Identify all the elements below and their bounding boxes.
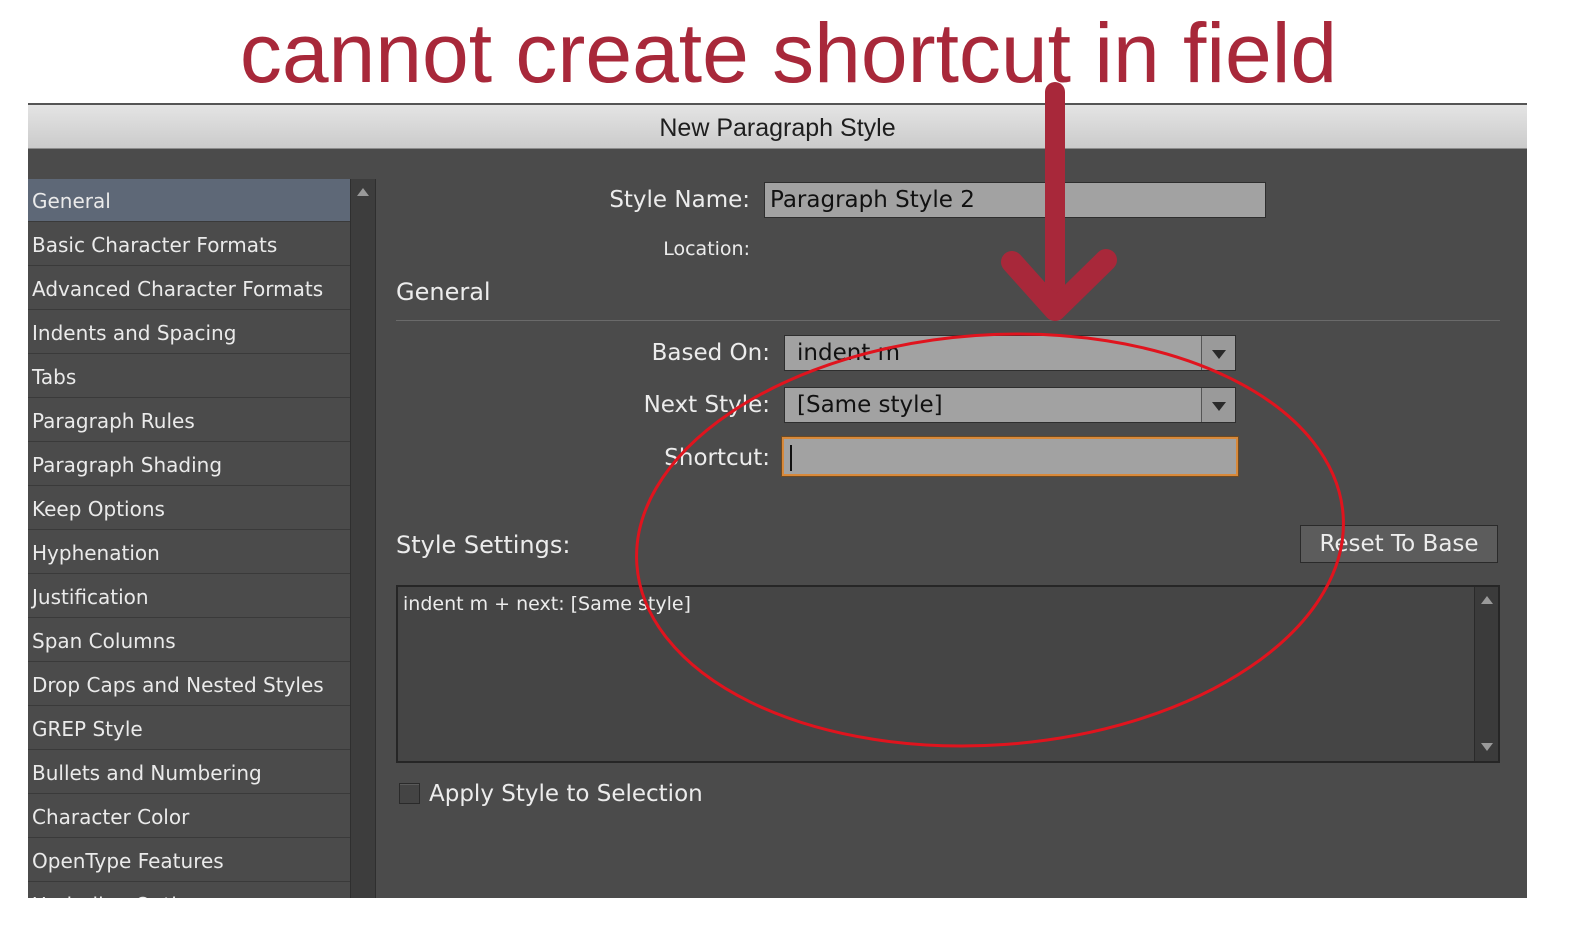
apply-style-label[interactable]: Apply Style to Selection [429,781,703,807]
reset-to-base-button[interactable]: Reset To Base [1300,525,1498,563]
based-on-dropdown-button[interactable] [1201,336,1235,370]
apply-style-checkbox[interactable] [399,783,420,804]
sidebar-item-bullets-and-numbering[interactable]: Bullets and Numbering [28,751,350,794]
window-title: New Paragraph Style [28,103,1527,149]
style-name-input[interactable]: Paragraph Style 2 [764,182,1266,218]
shortcut-input[interactable] [782,437,1238,476]
style-settings-scrollbar[interactable] [1474,587,1498,761]
sidebar-item-drop-caps-and-nested-styles[interactable]: Drop Caps and Nested Styles [28,663,350,706]
sidebar-item-justification[interactable]: Justification [28,575,350,618]
general-section-heading: General [396,278,491,306]
scroll-down-icon[interactable] [1481,743,1493,751]
sidebar-item-character-color[interactable]: Character Color [28,795,350,838]
new-paragraph-style-dialog: New Paragraph Style General Basic Charact… [28,103,1527,898]
sidebar-item-indents-and-spacing[interactable]: Indents and Spacing [28,311,350,354]
next-style-dropdown-button[interactable] [1201,388,1235,422]
sidebar-item-basic-character-formats[interactable]: Basic Character Formats [28,223,350,266]
sidebar-item-tabs[interactable]: Tabs [28,355,350,398]
sidebar-item-grep-style[interactable]: GREP Style [28,707,350,750]
annotation-title: cannot create shortcut in field [239,6,1338,100]
style-name-label: Style Name: [609,187,750,213]
sidebar-item-advanced-character-formats[interactable]: Advanced Character Formats [28,267,350,310]
next-style-dropdown[interactable]: [Same style] [784,387,1236,423]
style-settings-label: Style Settings: [396,531,571,559]
sidebar-item-span-columns[interactable]: Span Columns [28,619,350,662]
sidebar-item-keep-options[interactable]: Keep Options [28,487,350,530]
category-list: General Basic Character Formats Advanced C… [28,179,350,898]
scroll-up-icon[interactable] [357,188,369,196]
sidebar-item-paragraph-rules[interactable]: Paragraph Rules [28,399,350,442]
location-label: Location: [663,238,750,260]
sidebar-item-hyphenation[interactable]: Hyphenation [28,531,350,574]
based-on-dropdown[interactable]: indent m [784,335,1236,371]
sidebar-item-paragraph-shading[interactable]: Paragraph Shading [28,443,350,486]
style-settings-text: indent m + next: [Same style] [403,593,691,615]
shortcut-label: Shortcut: [664,445,770,471]
based-on-label: Based On: [651,340,770,366]
based-on-value: indent m [797,340,901,366]
next-style-label: Next Style: [643,392,770,418]
sidebar-item-general[interactable]: General [28,179,350,222]
chevron-down-icon [1212,402,1226,411]
scroll-up-icon[interactable] [1481,596,1493,604]
text-caret [790,445,792,471]
chevron-down-icon [1212,350,1226,359]
sidebar-item-underline-options[interactable]: Underline Options [28,883,350,898]
section-divider [396,320,1500,321]
category-list-scrollbar[interactable] [350,179,376,898]
sidebar-item-opentype-features[interactable]: OpenType Features [28,839,350,882]
style-settings-box: indent m + next: [Same style] [396,585,1500,763]
next-style-value: [Same style] [797,392,943,418]
